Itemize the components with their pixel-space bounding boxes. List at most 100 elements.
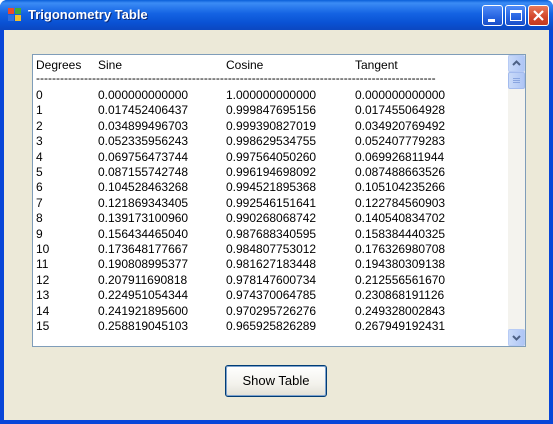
cell-cosine: 0.965925826289	[226, 319, 317, 333]
cell-sine: 0.034899496703	[98, 118, 189, 133]
cell-degrees: 13	[36, 288, 50, 303]
cell-sine: 0.156434465040	[98, 226, 189, 241]
table-row[interactable]: 0 0.000000000000 1.000000000000 0.000000000…	[33, 88, 508, 103]
cell-cosine: 0.999847695156	[226, 103, 317, 118]
cell-cosine: 0.974370064785	[226, 288, 317, 303]
scroll-up-button[interactable]	[508, 55, 525, 72]
cell-cosine: 0.996194698092	[226, 165, 317, 179]
table-row[interactable]: 5 0.087155742748 0.996194698092 0.087488663…	[33, 165, 508, 180]
cell-tangent: 0.176326980708	[355, 242, 446, 256]
scroll-up-arrow-icon	[512, 60, 521, 66]
header-separator-row: ----------------------------------------…	[33, 71, 508, 86]
cell-sine: 0.121869343405	[98, 195, 189, 210]
listbox-content: Degrees Sine Cosine Tangent ------------…	[33, 55, 508, 346]
cell-cosine: 0.997564050260	[226, 149, 317, 164]
cell-tangent: 0.052407779283	[355, 134, 446, 149]
cell-degrees: 2	[36, 118, 43, 133]
table-row[interactable]: 6 0.104528463268 0.994521895368 0.105104235…	[33, 180, 508, 195]
cell-tangent: 0.267949192431	[355, 319, 446, 333]
table-row[interactable]: 11 0.190808995377 0.981627183448 0.19438030…	[33, 257, 508, 272]
app-window-icon[interactable]	[8, 8, 22, 22]
table-row[interactable]: 1 0.017452406437 0.999847695156 0.017455064…	[33, 103, 508, 118]
cell-degrees: 0	[36, 88, 43, 102]
cell-tangent: 0.194380309138	[355, 257, 446, 272]
title-bar[interactable]: Trigonometry Table	[0, 0, 553, 30]
cell-tangent: 0.017455064928	[355, 103, 446, 118]
table-row[interactable]: 7 0.121869343405 0.992546151641 0.122784560…	[33, 196, 508, 211]
cell-degrees: 9	[36, 226, 43, 241]
cell-tangent: 0.087488663526	[355, 165, 446, 179]
cell-degrees: 10	[36, 242, 50, 256]
cell-sine: 0.241921895600	[98, 303, 189, 318]
cell-cosine: 0.981627183448	[226, 257, 317, 272]
cell-cosine: 0.978147600734	[226, 272, 317, 287]
cell-sine: 0.087155742748	[98, 165, 189, 179]
cell-tangent: 0.249328002843	[355, 303, 446, 318]
scroll-down-button[interactable]	[508, 329, 525, 346]
maximize-button[interactable]	[505, 5, 526, 26]
cell-degrees: 3	[36, 134, 43, 149]
cell-cosine: 0.994521895368	[226, 180, 317, 195]
close-icon	[533, 10, 544, 21]
vertical-scrollbar[interactable]	[508, 55, 525, 346]
cell-sine: 0.224951054344	[98, 288, 189, 303]
window-client-area: Degrees Sine Cosine Tangent ------------…	[4, 30, 549, 420]
table-row[interactable]: 2 0.034899496703 0.999390827019 0.034920769…	[33, 119, 508, 134]
cell-tangent: 0.069926811944	[355, 149, 445, 164]
cell-degrees: 5	[36, 165, 43, 179]
cell-degrees: 14	[36, 303, 50, 318]
table-row[interactable]: 14 0.241921895600 0.970295726276 0.24932800…	[33, 304, 508, 319]
table-row[interactable]: 10 0.173648177667 0.984807753012 0.17632698…	[33, 242, 508, 257]
minimize-icon	[488, 19, 495, 22]
cell-cosine: 1.000000000000	[226, 88, 317, 102]
cell-tangent: 0.105104235266	[355, 180, 446, 195]
table-row[interactable]: 13 0.224951054344 0.974370064785 0.23086819…	[33, 288, 508, 303]
table-row[interactable]: 4 0.069756473744 0.997564050260 0.069926811…	[33, 150, 508, 165]
cell-sine: 0.258819045103	[98, 319, 189, 333]
cell-cosine: 0.987688340595	[226, 226, 317, 241]
close-button[interactable]	[528, 5, 549, 26]
cell-tangent: 0.122784560903	[355, 195, 446, 210]
cell-degrees: 1	[36, 103, 43, 118]
cell-tangent: 0.230868191126	[355, 288, 445, 303]
cell-degrees: 11	[36, 257, 49, 272]
table-row[interactable]: 12 0.207911690818 0.978147600734 0.21255656…	[33, 273, 508, 288]
cell-cosine: 0.970295726276	[226, 303, 317, 318]
cell-tangent: 0.034920769492	[355, 118, 446, 133]
cell-tangent: 0.140540834702	[355, 211, 446, 226]
table-row[interactable]: 15 0.258819045103 0.965925826289 0.26794919…	[33, 319, 508, 334]
cell-sine: 0.017452406437	[98, 103, 189, 118]
table-row[interactable]: 9 0.156434465040 0.987688340595 0.158384440…	[33, 227, 508, 242]
cell-degrees: 8	[36, 211, 43, 226]
cell-degrees: 4	[36, 149, 43, 164]
header-separator: ----------------------------------------…	[36, 71, 436, 85]
cell-cosine: 0.998629534755	[226, 134, 317, 149]
main-window: Trigonometry Table Degrees Sine Cosine T…	[0, 0, 553, 424]
window-title: Trigonometry Table	[28, 7, 148, 22]
cell-cosine: 0.990268068742	[226, 211, 317, 226]
cell-sine: 0.000000000000	[98, 88, 189, 102]
cell-degrees: 6	[36, 180, 43, 195]
cell-degrees: 7	[36, 195, 43, 210]
cell-cosine: 0.984807753012	[226, 242, 317, 256]
cell-cosine: 0.992546151641	[226, 195, 317, 210]
cell-sine: 0.104528463268	[98, 180, 189, 195]
trig-table-listbox[interactable]: Degrees Sine Cosine Tangent ------------…	[32, 54, 526, 347]
scroll-thumb[interactable]	[508, 72, 525, 89]
cell-degrees: 15	[36, 319, 50, 333]
cell-sine: 0.173648177667	[98, 242, 189, 256]
cell-sine: 0.052335956243	[98, 134, 189, 149]
show-table-button[interactable]: Show Table	[225, 365, 327, 397]
table-row[interactable]: 3 0.052335956243 0.998629534755 0.052407779…	[33, 134, 508, 149]
cell-tangent: 0.000000000000	[355, 88, 446, 102]
cell-tangent: 0.158384440325	[355, 226, 446, 241]
minimize-button[interactable]	[482, 5, 503, 26]
cell-cosine: 0.999390827019	[226, 118, 317, 133]
cell-degrees: 12	[36, 272, 50, 287]
cell-sine: 0.207911690818	[98, 272, 188, 287]
cell-tangent: 0.212556561670	[355, 272, 446, 287]
cell-sine: 0.190808995377	[98, 257, 189, 272]
scroll-down-arrow-icon	[512, 335, 521, 341]
table-row[interactable]: 8 0.139173100960 0.990268068742 0.140540834…	[33, 211, 508, 226]
cell-sine: 0.139173100960	[98, 211, 189, 226]
